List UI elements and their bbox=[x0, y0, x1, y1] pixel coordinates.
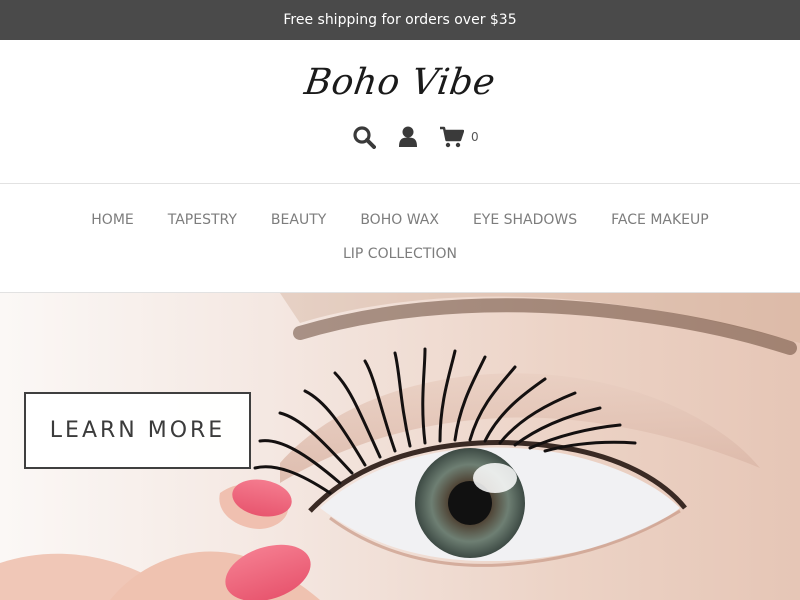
account-button[interactable] bbox=[398, 124, 418, 150]
site-header: Boho Vibe 0 bbox=[0, 40, 800, 184]
shopping-cart-icon bbox=[440, 126, 464, 148]
nav-item-eye-shadows[interactable]: EYE SHADOWS bbox=[473, 212, 577, 228]
nav-row: HOME TAPESTRY BEAUTY BOHO WAX EYE SHADOW… bbox=[0, 212, 800, 228]
site-logo[interactable]: Boho Vibe bbox=[0, 62, 800, 103]
nav-item-boho-wax[interactable]: BOHO WAX bbox=[360, 212, 439, 228]
cart-button[interactable] bbox=[439, 124, 465, 150]
announcement-bar: Free shipping for orders over $35 bbox=[0, 0, 800, 40]
learn-more-button[interactable]: LEARN MORE bbox=[24, 392, 251, 469]
main-navigation: HOME TAPESTRY BEAUTY BOHO WAX EYE SHADOW… bbox=[0, 184, 800, 293]
user-icon bbox=[399, 126, 417, 147]
nav-item-face-makeup[interactable]: FACE MAKEUP bbox=[611, 212, 709, 228]
nav-row: LIP COLLECTION bbox=[0, 246, 800, 262]
hero-banner[interactable]: LEARN MORE bbox=[0, 293, 800, 600]
announcement-text: Free shipping for orders over $35 bbox=[283, 12, 517, 28]
nav-item-beauty[interactable]: BEAUTY bbox=[271, 212, 326, 228]
header-icons: 0 bbox=[352, 122, 479, 152]
search-icon bbox=[353, 126, 376, 149]
search-button[interactable] bbox=[352, 124, 376, 150]
nav-item-home[interactable]: HOME bbox=[91, 212, 133, 228]
cart-count[interactable]: 0 bbox=[471, 130, 479, 144]
nav-item-lip-collection[interactable]: LIP COLLECTION bbox=[343, 246, 457, 262]
nav-item-tapestry[interactable]: TAPESTRY bbox=[168, 212, 237, 228]
